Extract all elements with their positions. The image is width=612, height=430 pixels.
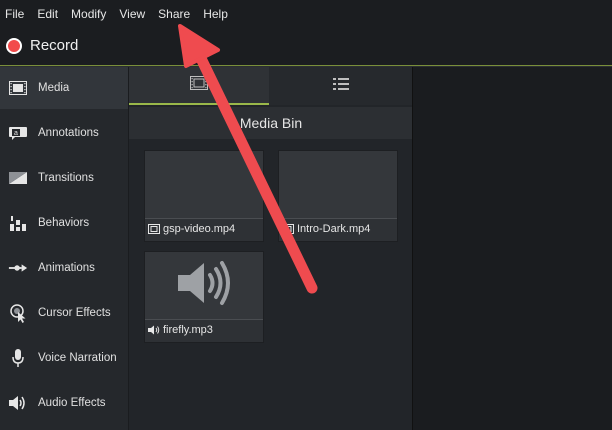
microphone-icon: [8, 349, 28, 367]
callout-icon: a: [8, 124, 28, 142]
menu-bar: File Edit Modify View Share Help: [0, 0, 612, 28]
tools-sidebar: Media a Annotations Transitions Behavior…: [0, 67, 128, 430]
sidebar-item-label: Cursor Effects: [38, 307, 111, 319]
animation-arrow-icon: [8, 259, 28, 277]
sidebar-item-label: Audio Effects: [38, 397, 106, 409]
media-bin-title: Media Bin: [129, 107, 413, 139]
tab-thumbnail-view[interactable]: [129, 67, 269, 105]
media-clip[interactable]: Intro-Dark.mp4: [278, 150, 398, 242]
sidebar-item-label: Animations: [38, 262, 95, 274]
menu-modify[interactable]: Modify: [66, 0, 106, 28]
media-panel: Media Bin gsp-video.mp4 Intro-Dark.mp4 f…: [128, 67, 413, 430]
video-file-icon: [147, 224, 160, 235]
clip-caption: Intro-Dark.mp4: [281, 223, 370, 235]
clip-name: gsp-video.mp4: [163, 223, 236, 235]
sidebar-item-label: Transitions: [38, 172, 94, 184]
sidebar-item-label: Behaviors: [38, 217, 90, 229]
audio-file-icon: [147, 325, 160, 336]
sidebar-item-behaviors[interactable]: Behaviors: [0, 202, 128, 244]
clip-thumbnail: [145, 151, 263, 219]
record-dot-icon: [6, 37, 22, 54]
speaker-icon: [174, 258, 234, 313]
sidebar-item-audio-effects[interactable]: Audio Effects: [0, 382, 128, 424]
sidebar-item-media[interactable]: Media: [0, 67, 128, 109]
speaker-icon: [8, 394, 28, 412]
tab-list-view[interactable]: [269, 67, 413, 105]
menu-share[interactable]: Share: [153, 0, 190, 28]
record-label: Record: [30, 37, 79, 54]
clip-thumbnail: [279, 151, 397, 219]
record-button[interactable]: Record: [6, 37, 78, 54]
sidebar-item-label: Voice Narration: [38, 352, 117, 364]
menu-file[interactable]: File: [0, 0, 24, 28]
menu-help[interactable]: Help: [198, 0, 228, 28]
sidebar-item-label: Annotations: [38, 127, 99, 139]
sidebar-item-voice-narration[interactable]: Voice Narration: [0, 337, 128, 379]
sidebar-item-animations[interactable]: Animations: [0, 247, 128, 289]
media-clip[interactable]: gsp-video.mp4: [144, 150, 264, 242]
menu-edit[interactable]: Edit: [32, 0, 58, 28]
menu-view[interactable]: View: [114, 0, 145, 28]
svg-text:a: a: [14, 130, 18, 137]
behaviors-icon: [8, 214, 28, 232]
clip-name: firefly.mp3: [163, 324, 213, 336]
film-strip-icon: [190, 75, 208, 95]
sidebar-item-label: Media: [38, 82, 70, 94]
film-strip-icon: [8, 79, 28, 97]
media-clip[interactable]: firefly.mp3: [144, 251, 264, 343]
sidebar-item-cursor-effects[interactable]: Cursor Effects: [0, 292, 128, 334]
sidebar-item-transitions[interactable]: Transitions: [0, 157, 128, 199]
clip-caption: gsp-video.mp4: [147, 223, 235, 235]
record-toolbar: Record: [0, 28, 612, 66]
clip-name: Intro-Dark.mp4: [297, 223, 371, 235]
clip-caption: firefly.mp3: [147, 324, 213, 336]
cursor-effects-icon: [8, 304, 28, 323]
transition-icon: [8, 169, 28, 187]
clip-thumbnail: [145, 252, 263, 320]
list-view-icon: [333, 77, 349, 96]
canvas-preview[interactable]: [412, 67, 612, 430]
sidebar-item-annotations[interactable]: a Annotations: [0, 112, 128, 154]
view-tabs: [129, 67, 413, 105]
video-file-icon: [281, 224, 294, 235]
